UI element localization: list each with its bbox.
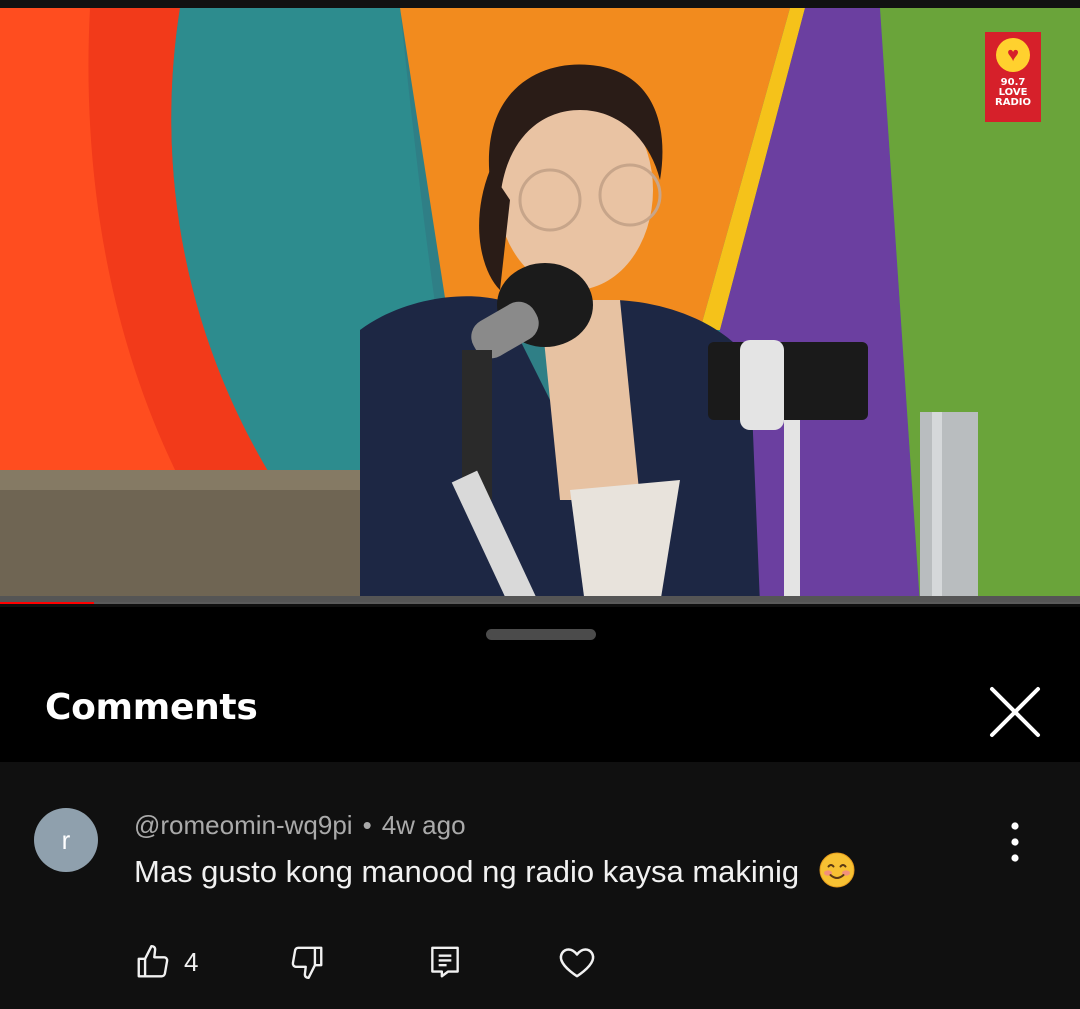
reply-button[interactable] xyxy=(426,932,464,992)
heart-button[interactable] xyxy=(557,932,597,992)
comment-list: r @romeomin-wq9pi • 4w ago Mas gusto kong … xyxy=(0,762,1080,1009)
like-count: 4 xyxy=(184,946,199,977)
drag-handle[interactable] xyxy=(486,629,596,640)
close-icon xyxy=(990,687,1040,737)
more-vertical-icon xyxy=(1011,822,1019,862)
comment-time: 4w ago xyxy=(381,810,466,840)
video-progress-fill xyxy=(0,602,94,604)
avatar-letter: r xyxy=(61,824,71,855)
comments-title: Comments xyxy=(45,687,258,728)
station-logo-text: 90.7 LOVE RADIO xyxy=(995,77,1031,108)
smiling-face-icon xyxy=(819,852,855,888)
heart-icon xyxy=(559,948,595,978)
station-logo: ♥ 90.7 LOVE RADIO xyxy=(985,32,1041,122)
like-button[interactable]: 4 xyxy=(134,932,198,992)
video-player[interactable]: ♥ 90.7 LOVE RADIO xyxy=(0,0,1080,604)
close-button[interactable] xyxy=(984,681,1046,743)
meta-separator: • xyxy=(362,810,372,840)
comment-body: Mas gusto kong manood ng radio kaysa mak… xyxy=(134,852,856,893)
comment-author[interactable]: @romeomin-wq9pi xyxy=(134,810,353,840)
reply-icon xyxy=(431,946,459,978)
comment-menu-button[interactable] xyxy=(998,818,1032,866)
video-progress-bar[interactable] xyxy=(0,602,1080,604)
avatar[interactable]: r xyxy=(34,808,98,872)
thumbs-up-icon xyxy=(137,944,169,978)
comment-actions: 4 xyxy=(0,932,1080,992)
thumbs-down-icon xyxy=(291,946,323,980)
comments-sheet-header: Comments xyxy=(0,607,1080,762)
video-frame xyxy=(0,0,1080,604)
heart-icon: ♥ xyxy=(996,38,1030,72)
dislike-button[interactable] xyxy=(288,932,326,992)
comment-text: Mas gusto kong manood ng radio kaysa mak… xyxy=(134,854,800,889)
comment-meta: @romeomin-wq9pi • 4w ago xyxy=(134,810,466,841)
